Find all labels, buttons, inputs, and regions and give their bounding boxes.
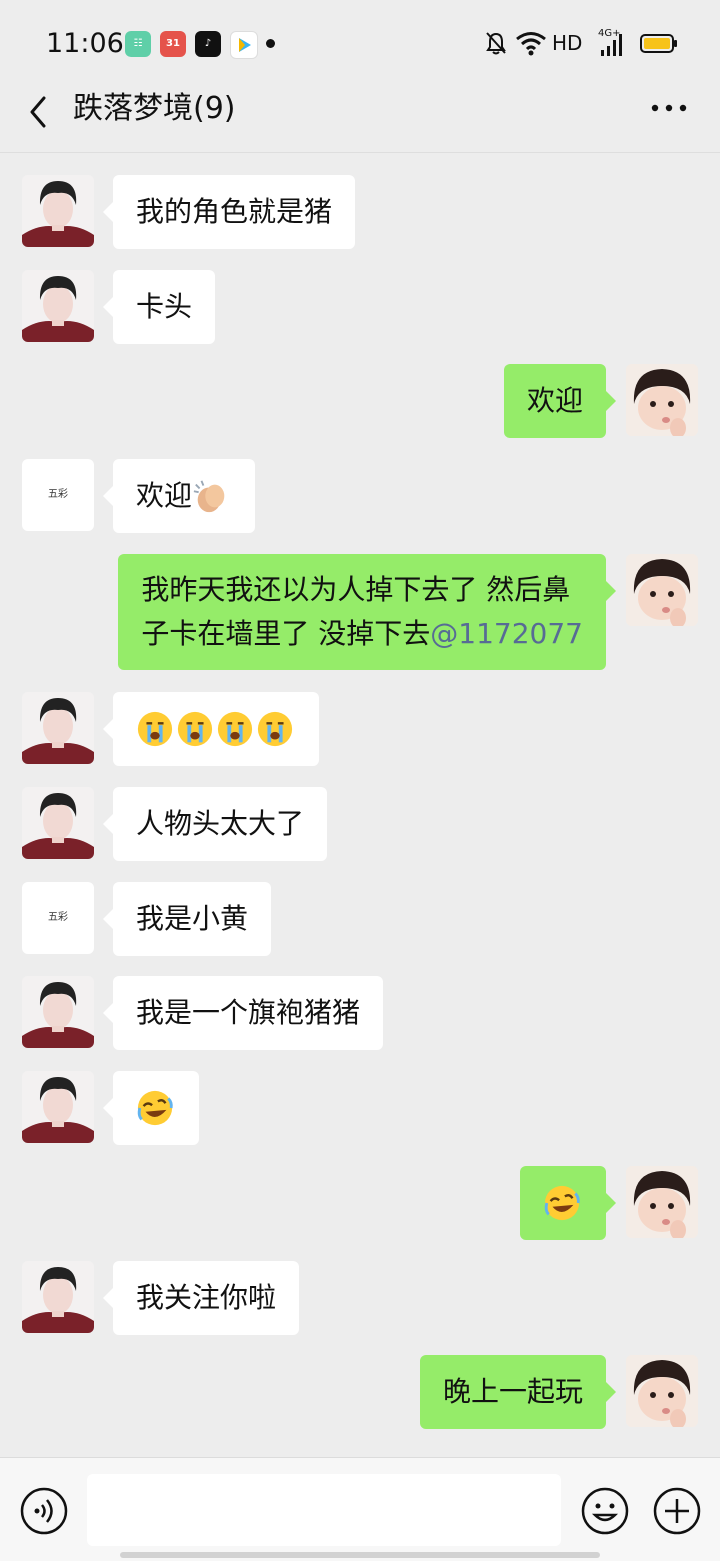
avatar[interactable] xyxy=(626,1355,698,1427)
avatar-text: 五彩 xyxy=(48,489,68,500)
add-more-icon[interactable] xyxy=(652,1486,702,1536)
avatar[interactable] xyxy=(626,364,698,436)
avatar-text: 五彩 xyxy=(48,912,68,923)
emoji-icon[interactable] xyxy=(580,1486,630,1536)
avatar[interactable] xyxy=(22,692,94,764)
avatar[interactable]: 五彩 xyxy=(22,882,94,954)
clapping-hands-icon xyxy=(193,480,225,513)
avatar[interactable] xyxy=(22,976,94,1048)
message-text: 人物头太大了 xyxy=(136,807,305,840)
message-input[interactable] xyxy=(87,1474,561,1546)
rolling-laughing-icon xyxy=(137,1090,173,1126)
message-bubble[interactable]: 卡头 xyxy=(102,270,216,344)
avatar[interactable] xyxy=(22,270,94,342)
avatar[interactable] xyxy=(22,1071,94,1143)
message-bubble[interactable]: 人物头太大了 xyxy=(102,787,328,861)
message-text: 卡头 xyxy=(136,290,193,323)
avatar[interactable] xyxy=(22,175,94,247)
avatar[interactable] xyxy=(626,554,698,626)
notification-dot xyxy=(266,39,275,48)
status-bar: 11:06 ☷ 31 ♪ HD 4G+ xyxy=(0,0,720,86)
home-indicator[interactable] xyxy=(120,1552,600,1558)
crying-face-icon xyxy=(257,711,293,747)
message-text: 我的角色就是猪 xyxy=(136,195,333,228)
avatar[interactable] xyxy=(22,1261,94,1333)
message-bubble[interactable]: 我的角色就是猪 xyxy=(102,175,356,249)
rolling-laughing-icon xyxy=(544,1185,580,1221)
signal-icon: 4G+ xyxy=(598,26,626,60)
signal-label: 4G+ xyxy=(598,28,621,39)
message-text: 欢迎 xyxy=(136,479,193,512)
message-bubble[interactable]: 我关注你啦 xyxy=(102,1261,300,1335)
status-time: 11:06 xyxy=(46,28,124,59)
wifi-icon xyxy=(516,32,546,56)
message-text-line: 我昨天我还以为人掉下去了 然后鼻 xyxy=(141,573,571,606)
message-text: 我是小黄 xyxy=(136,902,249,935)
message-text: 我关注你啦 xyxy=(136,1281,277,1314)
tiktok-icon: ♪ xyxy=(195,31,221,57)
chat-header: 跌落梦境(9) xyxy=(0,86,720,153)
calendar-day: 31 xyxy=(166,38,180,49)
mute-bell-icon xyxy=(486,32,506,55)
message-list[interactable]: 我的角色就是猪 卡头 欢迎 五彩 欢迎 我昨天我还以为人掉下去了 然后鼻 子卡在… xyxy=(0,152,720,1457)
crying-face-icon xyxy=(137,711,173,747)
message-bubble[interactable]: 晚上一起玩 xyxy=(419,1355,617,1429)
avatar[interactable] xyxy=(22,787,94,859)
voice-input-icon[interactable] xyxy=(19,1486,69,1536)
message-text: 子卡在墙里了 没掉下去 xyxy=(141,617,431,650)
message-bubble[interactable]: 欢迎 xyxy=(102,459,256,533)
calendar-icon: 31 xyxy=(160,31,186,57)
avatar[interactable]: 五彩 xyxy=(22,459,94,531)
app-store-icon: ☷ xyxy=(125,31,151,57)
back-arrow-icon[interactable] xyxy=(22,90,58,134)
hd-label: HD xyxy=(552,31,583,55)
message-bubble[interactable] xyxy=(103,692,319,766)
chat-input-bar xyxy=(0,1457,720,1561)
mention-link[interactable]: @1172077 xyxy=(430,617,583,650)
crying-face-icon xyxy=(217,711,253,747)
avatar[interactable] xyxy=(626,1166,698,1238)
message-text: 欢迎 xyxy=(526,384,583,417)
battery-icon xyxy=(640,34,677,53)
message-bubble[interactable]: 我是小黄 xyxy=(102,882,272,956)
message-bubble[interactable]: 我昨天我还以为人掉下去了 然后鼻 子卡在墙里了 没掉下去@1172077 xyxy=(118,554,616,670)
video-app-icon xyxy=(230,31,258,59)
message-text: 晚上一起玩 xyxy=(442,1375,583,1408)
crying-face-icon xyxy=(177,711,213,747)
more-options-icon[interactable] xyxy=(650,102,688,114)
chat-title: 跌落梦境(9) xyxy=(73,91,236,126)
message-bubble[interactable]: 我是一个旗袍猪猪 xyxy=(102,976,384,1050)
message-bubble[interactable] xyxy=(103,1071,199,1145)
message-bubble[interactable] xyxy=(520,1166,616,1240)
message-text: 我是一个旗袍猪猪 xyxy=(136,996,361,1029)
message-bubble[interactable]: 欢迎 xyxy=(503,364,617,438)
message-text-line: 子卡在墙里了 没掉下去@1172077 xyxy=(141,612,583,656)
